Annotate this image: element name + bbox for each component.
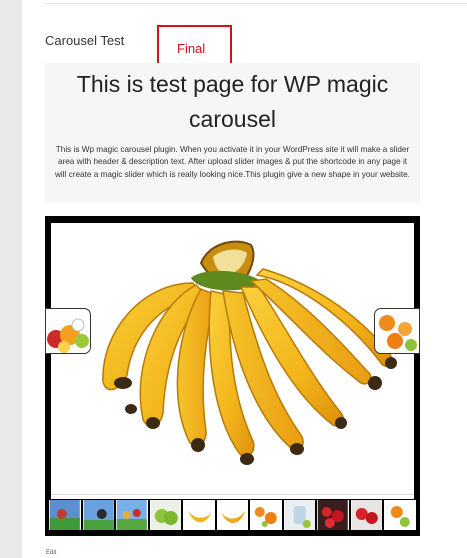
magic-carousel-slider[interactable] xyxy=(45,216,420,536)
thumbnail-10[interactable] xyxy=(350,500,383,530)
banana-image xyxy=(102,240,397,465)
carousel-description: This is Wp magic carousel plugin. When y… xyxy=(55,145,410,179)
fruit-pile-icon xyxy=(47,318,89,353)
apple-icon xyxy=(150,500,181,530)
thumbnail-strip xyxy=(49,500,417,530)
cartoon-icon xyxy=(116,500,147,530)
thumbnail-3[interactable] xyxy=(116,500,148,530)
left-gutter xyxy=(0,0,22,558)
carousel-heading: This is test page for WP magic carousel xyxy=(76,71,389,132)
stage-divider xyxy=(51,494,414,495)
banana-icon xyxy=(217,500,248,530)
strawberry-icon xyxy=(351,500,382,530)
thumbnail-5[interactable] xyxy=(183,500,215,530)
glass-icon xyxy=(284,500,315,530)
top-divider xyxy=(45,3,467,4)
carousel-intro: This is test page for WP magic carousel … xyxy=(45,63,420,203)
page-title: Carousel Test xyxy=(45,33,125,48)
orange-slices-icon xyxy=(251,500,282,530)
slide-stage xyxy=(51,223,414,499)
orange-slices-icon xyxy=(379,315,417,351)
thumbnail-8[interactable] xyxy=(283,500,316,530)
cartoon-icon xyxy=(49,500,80,530)
edit-link[interactable]: Edit xyxy=(46,550,56,556)
banana-icon xyxy=(183,500,214,530)
thumbnail-4[interactable] xyxy=(149,500,182,530)
thumbnail-1[interactable] xyxy=(49,500,81,530)
thumbnail-11[interactable] xyxy=(384,500,417,530)
strawberry-icon xyxy=(318,500,349,530)
orange-slices-icon xyxy=(385,500,416,530)
thumbnail-9[interactable] xyxy=(317,500,349,530)
annotation-label: Final xyxy=(177,41,206,56)
thumbnail-7[interactable] xyxy=(250,500,282,530)
annotation-box: Final xyxy=(157,25,232,67)
thumbnail-2[interactable] xyxy=(82,500,115,530)
next-slide-preview[interactable] xyxy=(374,308,420,354)
cartoon-icon xyxy=(83,500,114,530)
prev-slide-preview[interactable] xyxy=(45,308,91,354)
thumbnail-6[interactable] xyxy=(216,500,249,530)
